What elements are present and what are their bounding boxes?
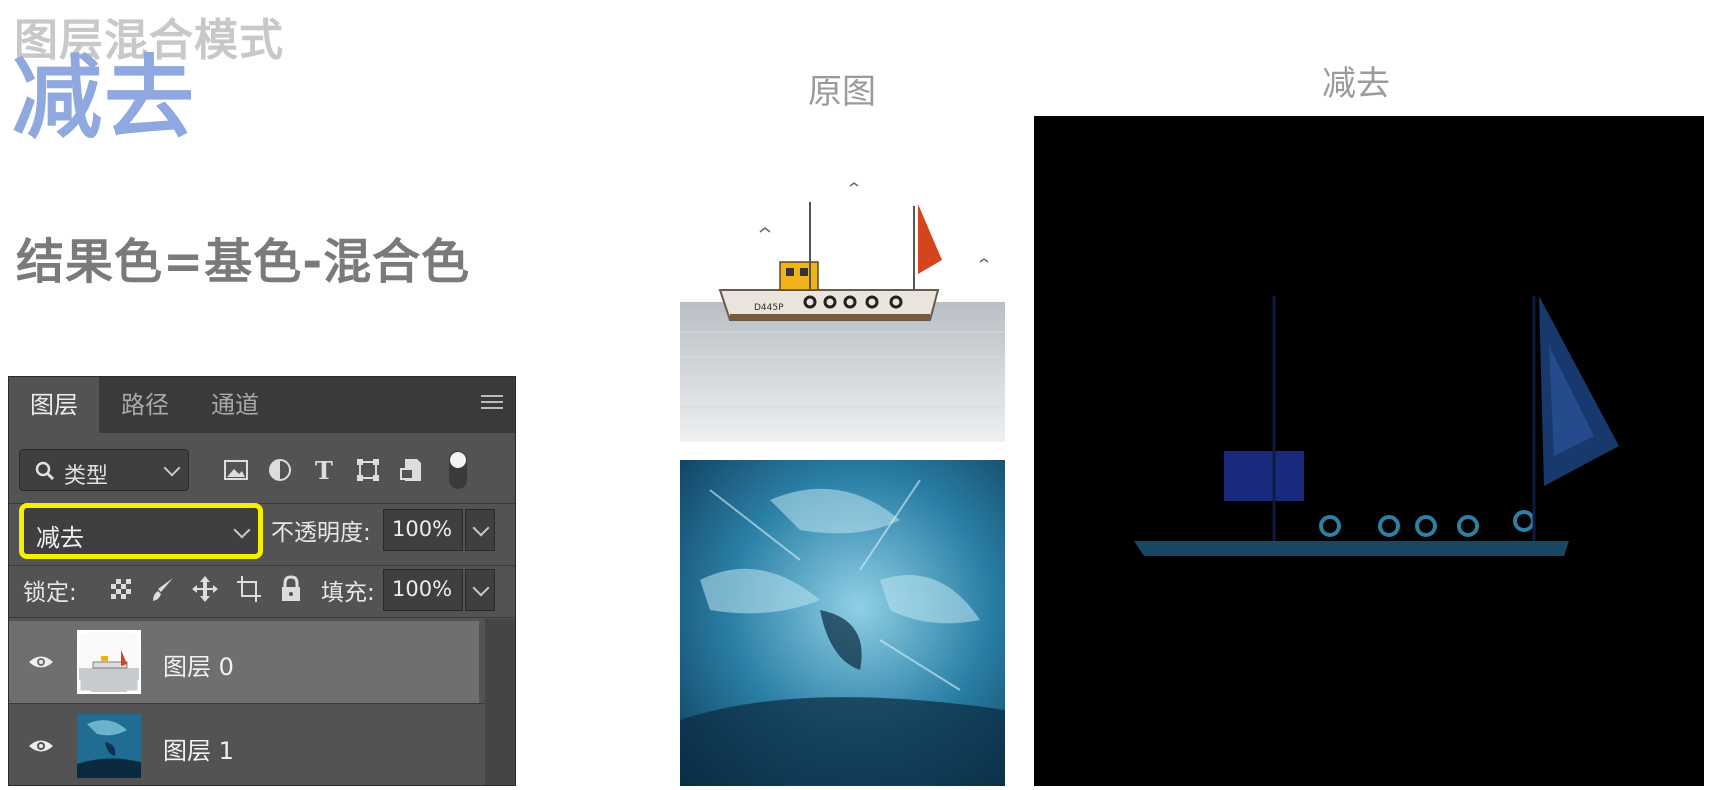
chevron-down-icon <box>472 519 490 537</box>
visibility-eye-icon[interactable] <box>27 653 55 671</box>
fill-dropdown[interactable] <box>465 569 495 611</box>
svg-text:T: T <box>315 456 333 485</box>
blend-mode-select[interactable]: 减去 <box>19 503 263 559</box>
fill-value: 100% <box>392 577 453 601</box>
layer-1-name: 图层 1 <box>163 737 234 765</box>
blend-formula: 结果色=基色-混合色 <box>16 234 471 290</box>
boat-number: D445P <box>754 303 784 313</box>
layer-row-1[interactable]: 图层 1 <box>9 705 479 787</box>
blend-mode-value: 减去 <box>36 524 84 552</box>
result-image-label: 减去 <box>1322 64 1390 104</box>
fill-input[interactable]: 100% <box>383 569 463 611</box>
chevron-down-icon <box>163 459 181 477</box>
shape-filter-icon[interactable] <box>353 455 383 485</box>
layer-filter-dropdown[interactable]: 类型 <box>19 449 189 491</box>
lock-image-pixels-icon[interactable] <box>149 574 177 604</box>
panel-menu-icon[interactable] <box>481 395 503 415</box>
page-title: 减去 <box>12 46 196 151</box>
chevron-down-icon <box>472 579 490 597</box>
lock-label: 锁定: <box>23 580 77 606</box>
tab-channels[interactable]: 通道 <box>191 377 279 433</box>
panel-tab-bar: 图层 路径 通道 <box>9 377 515 433</box>
filter-toggle-icon[interactable] <box>447 449 469 491</box>
ice-cave-photo <box>680 460 1005 786</box>
opacity-dropdown[interactable] <box>465 509 495 551</box>
opacity-value: 100% <box>392 517 453 541</box>
type-filter-icon[interactable]: T <box>309 455 339 485</box>
layer-1-thumbnail <box>77 714 141 778</box>
lock-transparent-pixels-icon[interactable] <box>107 574 135 604</box>
prevent-auto-nesting-icon[interactable] <box>235 574 263 604</box>
adjustment-filter-icon[interactable] <box>265 455 295 485</box>
boat-photo: D445P <box>680 182 1005 442</box>
layer-0-thumbnail <box>77 630 141 694</box>
subtract-result-photo <box>1034 116 1704 786</box>
layers-scrollbar[interactable] <box>485 619 515 785</box>
original-image-label: 原图 <box>808 72 876 112</box>
visibility-eye-icon[interactable] <box>27 737 55 755</box>
layers-panel: 图层 路径 通道 类型 T 减去 不透明度: 100% 锁定: 填充: 100%… <box>8 376 516 786</box>
opacity-label: 不透明度: <box>271 520 371 546</box>
lock-all-icon[interactable] <box>277 574 305 604</box>
layer-row-0[interactable]: 图层 0 <box>9 621 479 703</box>
tab-paths[interactable]: 路径 <box>101 377 189 433</box>
filter-label: 类型 <box>64 464 109 489</box>
lock-position-icon[interactable] <box>191 574 219 604</box>
layer-0-name: 图层 0 <box>163 653 234 681</box>
tab-layers[interactable]: 图层 <box>9 377 99 433</box>
smart-object-filter-icon[interactable] <box>397 455 427 485</box>
opacity-input[interactable]: 100% <box>383 509 463 551</box>
search-icon <box>35 461 55 481</box>
chevron-down-icon <box>233 521 251 539</box>
image-filter-icon[interactable] <box>221 455 251 485</box>
fill-label: 填充: <box>321 580 375 606</box>
